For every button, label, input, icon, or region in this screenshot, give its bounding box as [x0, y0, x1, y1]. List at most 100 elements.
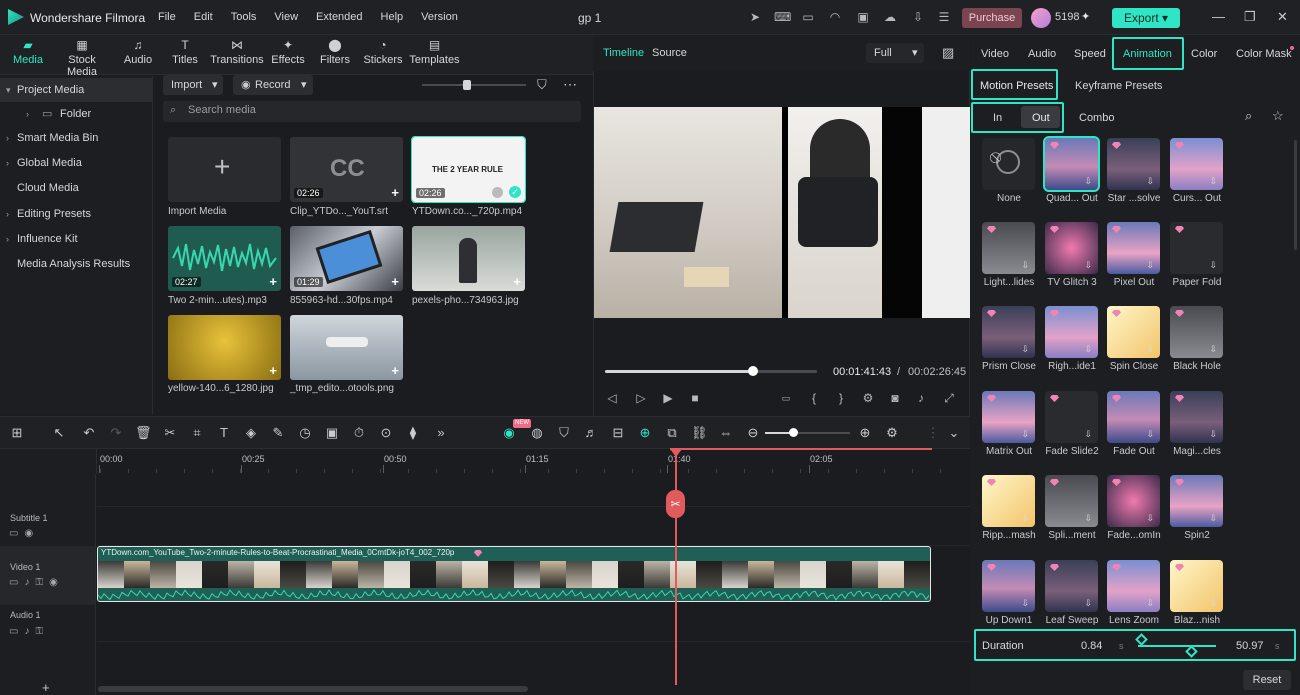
media-item-image[interactable]: + [290, 315, 403, 380]
download-icon[interactable]: ⇩ [1084, 429, 1092, 440]
video-clip[interactable]: YTDown.com_YouTube_Two-2-minute-Rules-to… [97, 546, 931, 602]
effect-thumbnail[interactable]: ⇩ [1170, 475, 1223, 527]
effect-none[interactable]: ⃠ [982, 138, 1035, 190]
effect-thumbnail[interactable]: ⇩ [1170, 222, 1223, 274]
download-icon[interactable]: ⇩ [911, 10, 925, 24]
render-icon[interactable]: ⚙ [861, 391, 875, 405]
download-icon[interactable]: ⇩ [1209, 176, 1217, 187]
snap-icon[interactable]: ⊕ [637, 425, 653, 441]
effect-thumbnail[interactable]: ⇩ [1170, 138, 1223, 190]
tab-templates[interactable]: ▤ Templates [407, 38, 462, 66]
camera-icon[interactable]: ◙ [888, 391, 902, 405]
pen-icon[interactable]: ✎ [270, 425, 286, 441]
download-icon[interactable]: ⇩ [1021, 344, 1029, 355]
split-screen-icon[interactable]: ⊟ [610, 425, 626, 441]
sidebar-item-folder[interactable]: › ▭ Folder [0, 102, 153, 126]
favorite-star-icon[interactable]: ☆ [1272, 108, 1284, 124]
effect-thumbnail[interactable]: ⇩ [1107, 475, 1160, 527]
auto-beat-icon[interactable]: ◍ [529, 425, 545, 441]
subtab-motion-presets[interactable]: Motion Presets [980, 80, 1053, 92]
sidebar-item-project-media[interactable]: ▾ Project Media [0, 78, 153, 102]
play-icon[interactable]: ▶ [661, 391, 675, 405]
subtab-keyframe-presets[interactable]: Keyframe Presets [1075, 80, 1162, 92]
fullscreen-icon[interactable]: ⤢ [942, 391, 956, 405]
aspect-ratio-icon[interactable]: ▭ [779, 391, 793, 405]
add-plus-icon[interactable]: + [391, 363, 399, 378]
volume-icon[interactable]: ♪ [914, 391, 928, 405]
add-track-plus-icon[interactable]: + [42, 680, 50, 695]
download-icon[interactable]: ⇩ [1084, 176, 1092, 187]
effect-thumbnail[interactable]: ⇩ [1045, 306, 1098, 358]
download-icon[interactable]: ⇩ [1021, 513, 1029, 524]
eye-icon[interactable]: ◉ [24, 528, 39, 539]
mark-in-icon[interactable]: { [807, 391, 821, 405]
tab-audio[interactable]: ♫ Audio [113, 38, 163, 66]
search-input[interactable] [188, 104, 568, 116]
volume-icon[interactable]: ♪ [24, 626, 35, 637]
download-icon[interactable]: ⇩ [1146, 176, 1154, 187]
tab-speed[interactable]: Speed [1074, 48, 1106, 60]
download-icon[interactable]: ⇩ [1146, 260, 1154, 271]
download-icon[interactable]: ⇩ [1146, 429, 1154, 440]
color-match-icon[interactable]: ⊙ [378, 425, 394, 441]
menu-view[interactable]: View [274, 11, 298, 23]
toggle-out[interactable]: Out [1032, 112, 1050, 124]
export-button[interactable]: Export ▾ [1112, 8, 1180, 28]
slider-handle[interactable] [463, 80, 471, 90]
filter-icon[interactable]: ⛉ [537, 77, 547, 93]
tab-media[interactable]: ▰ Media [3, 38, 53, 66]
timeline-playhead[interactable] [675, 449, 677, 685]
download-icon[interactable]: ⇩ [1209, 513, 1217, 524]
effect-thumbnail[interactable]: ⇩ [1107, 560, 1160, 612]
zoom-in-icon[interactable]: ⊕ [857, 425, 873, 441]
drag-handle-icon[interactable]: ⋮ [925, 425, 941, 441]
effect-thumbnail[interactable]: ⇩ [982, 475, 1035, 527]
quality-select[interactable]: Full ▾ [866, 43, 924, 63]
add-plus-icon[interactable]: + [513, 274, 521, 289]
tab-animation[interactable]: Animation [1123, 48, 1172, 60]
search-icon[interactable]: ⌕ [1245, 108, 1252, 124]
folder-icon[interactable]: ▭ [9, 577, 24, 588]
add-plus-icon[interactable]: + [269, 274, 277, 289]
effect-thumbnail[interactable]: ⇩ [1107, 222, 1160, 274]
download-icon[interactable]: ⇩ [1146, 344, 1154, 355]
audio-mix-icon[interactable]: ♬ [583, 425, 599, 440]
download-icon[interactable]: ⇩ [1084, 344, 1092, 355]
keyframe-icon[interactable]: ⧫ [405, 425, 421, 441]
import-button[interactable]: Import ▾ [163, 75, 223, 95]
tab-source[interactable]: Source [652, 47, 687, 59]
close-icon[interactable]: ✕ [1277, 9, 1288, 25]
effect-thumbnail[interactable]: ⇩ [1107, 391, 1160, 443]
speed-icon[interactable]: ◷ [297, 425, 313, 441]
media-item-image[interactable]: + [412, 226, 525, 291]
cloud-icon[interactable]: ☁ [883, 10, 897, 24]
text-icon[interactable]: T [216, 425, 232, 440]
tab-transitions[interactable]: ⋈ Transitions [207, 38, 267, 66]
add-plus-icon[interactable]: + [391, 185, 399, 200]
tab-audio[interactable]: Audio [1028, 48, 1056, 60]
play-reverse-icon[interactable]: ▷ [634, 391, 648, 405]
prev-frame-icon[interactable]: ◁ [605, 391, 619, 405]
add-plus-icon[interactable]: + [391, 274, 399, 289]
download-icon[interactable]: ⇩ [1084, 513, 1092, 524]
sidebar-item-cloud-media[interactable]: Cloud Media [0, 176, 153, 200]
more-icon[interactable]: ⋯ [563, 76, 577, 93]
empty-track[interactable] [97, 474, 970, 507]
menu-tools[interactable]: Tools [231, 11, 257, 23]
lock-icon[interactable]: ⚿ [35, 577, 49, 588]
download-icon[interactable]: ⇩ [1146, 598, 1154, 609]
duration-slider-track[interactable] [1138, 645, 1216, 647]
sidebar-item-editing-presets[interactable]: › Editing Presets [0, 202, 153, 226]
track-controls[interactable]: ▭♪⚿◉ [9, 577, 64, 588]
sidebar-item-media-analysis[interactable]: Media Analysis Results [0, 252, 153, 276]
effect-thumbnail[interactable]: ⇩ [982, 391, 1035, 443]
effect-thumbnail[interactable]: ⇩ [1170, 560, 1223, 612]
maximize-icon[interactable]: ❐ [1244, 9, 1256, 25]
folder-icon[interactable]: ▭ [9, 626, 24, 637]
tab-stock-media[interactable]: ▦ Stock Media [52, 38, 112, 78]
toggle-combo[interactable]: Combo [1079, 112, 1114, 124]
delete-icon[interactable]: 🗑 [135, 425, 152, 441]
select-tool-icon[interactable]: ↖ [51, 425, 67, 441]
effect-thumbnail[interactable]: ⇩ [1045, 222, 1098, 274]
tab-effects[interactable]: ✦ Effects [263, 38, 313, 66]
